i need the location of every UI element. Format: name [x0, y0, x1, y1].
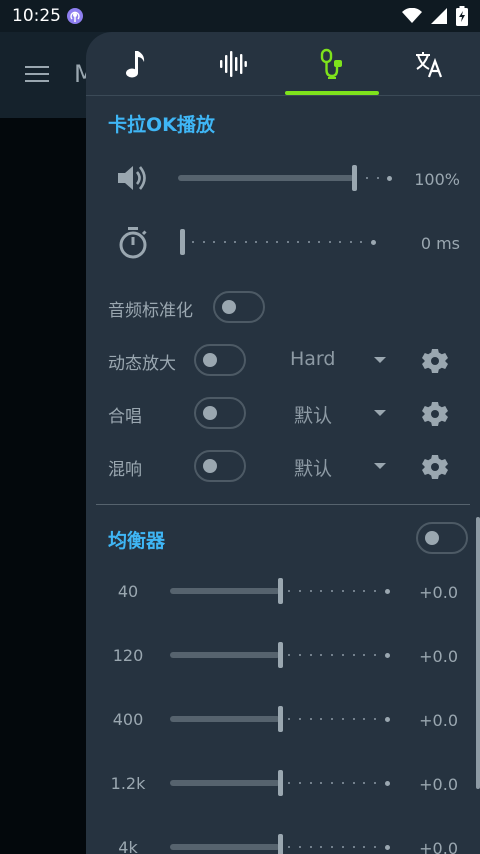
eq-band-slider-remaining [288, 780, 390, 786]
chorus-label: 合唱 [108, 407, 142, 427]
eq-band-slider-remaining [288, 588, 390, 594]
reverb-mode-value: 默认 [294, 458, 333, 480]
tab-music[interactable] [86, 32, 184, 96]
delay-slider-thumb[interactable] [180, 229, 185, 255]
delay-value: 0 ms [420, 234, 460, 253]
eq-band-slider-track[interactable] [170, 844, 280, 850]
dynamic-mode-dropdown[interactable]: Hard [290, 344, 386, 378]
microphone-icon [320, 48, 342, 79]
status-bar: 10:25 [0, 0, 480, 32]
tab-karaoke[interactable] [282, 32, 380, 96]
panel-scrollbar[interactable] [476, 517, 480, 789]
eq-band-slider-remaining [288, 716, 390, 722]
volume-slider-track[interactable] [178, 175, 354, 181]
eq-band-value: +0.0 [419, 711, 458, 730]
effects-panel: 卡拉OK播放 100% 0 ms 音频标准化 动态放大 Hard 合唱 默认 混… [86, 32, 480, 854]
dropdown-arrow-icon [374, 463, 386, 469]
music-note-icon [126, 51, 145, 78]
eq-band-slider-track[interactable] [170, 588, 280, 594]
delay-slider-track[interactable] [192, 239, 376, 245]
reverb-label: 混响 [108, 460, 142, 480]
wifi-icon [402, 8, 422, 23]
tab-translate[interactable] [380, 32, 478, 96]
reverb-toggle[interactable] [194, 450, 246, 482]
tab-audio-effects[interactable] [184, 32, 282, 96]
equalizer-toggle[interactable] [416, 522, 468, 554]
equalizer-section-title: 均衡器 [108, 530, 166, 552]
dynamic-label: 动态放大 [108, 354, 176, 374]
karaoke-section-title: 卡拉OK播放 [108, 114, 215, 136]
eq-band-slider-thumb[interactable] [278, 642, 283, 668]
eq-band-value: +0.0 [419, 583, 458, 602]
timer-icon [119, 227, 147, 259]
section-divider [96, 504, 470, 505]
eq-band-slider-remaining [288, 652, 390, 658]
chorus-settings-gear-icon[interactable] [422, 401, 448, 427]
reverb-settings-gear-icon[interactable] [422, 454, 448, 480]
eq-band-value: +0.0 [419, 775, 458, 794]
normalize-label: 音频标准化 [108, 301, 193, 321]
signal-icon [431, 8, 447, 24]
eq-band-label: 120 [112, 646, 144, 665]
eq-band-slider-thumb[interactable] [278, 770, 283, 796]
volume-icon [118, 166, 146, 190]
normalize-toggle[interactable] [213, 291, 265, 323]
eq-band-label: 40 [117, 582, 139, 601]
eq-band-slider-track[interactable] [170, 652, 280, 658]
eq-band-value: +0.0 [419, 647, 458, 666]
eq-band-slider-thumb[interactable] [278, 706, 283, 732]
eq-band-value: +0.0 [419, 839, 458, 854]
dynamic-toggle[interactable] [194, 344, 246, 376]
chorus-toggle[interactable] [194, 397, 246, 429]
volume-slider-thumb[interactable] [352, 165, 357, 191]
eq-band-label: 4k [118, 838, 138, 854]
eq-band-slider-remaining [288, 844, 390, 850]
dropdown-arrow-icon [374, 357, 386, 363]
podcast-icon [67, 8, 83, 24]
tab-divider [86, 95, 480, 96]
reverb-mode-dropdown[interactable]: 默认 [294, 450, 386, 484]
chorus-mode-value: 默认 [294, 405, 333, 427]
dynamic-settings-gear-icon[interactable] [422, 348, 448, 374]
waveform-icon [220, 51, 247, 77]
chorus-mode-dropdown[interactable]: 默认 [294, 397, 386, 431]
battery-charging-icon [456, 6, 468, 26]
eq-band-slider-track[interactable] [170, 780, 280, 786]
eq-band-label: 400 [112, 710, 144, 729]
translate-icon [416, 52, 443, 78]
eq-band-label: 1.2k [110, 774, 146, 793]
status-time: 10:25 [12, 6, 61, 26]
eq-band-slider-track[interactable] [170, 716, 280, 722]
menu-icon[interactable] [25, 66, 49, 84]
volume-value: 100% [414, 170, 460, 189]
eq-band-slider-thumb[interactable] [278, 834, 283, 854]
eq-band-slider-thumb[interactable] [278, 578, 283, 604]
dropdown-arrow-icon [374, 410, 386, 416]
tab-bar [86, 32, 480, 96]
dynamic-mode-value: Hard [290, 348, 336, 370]
